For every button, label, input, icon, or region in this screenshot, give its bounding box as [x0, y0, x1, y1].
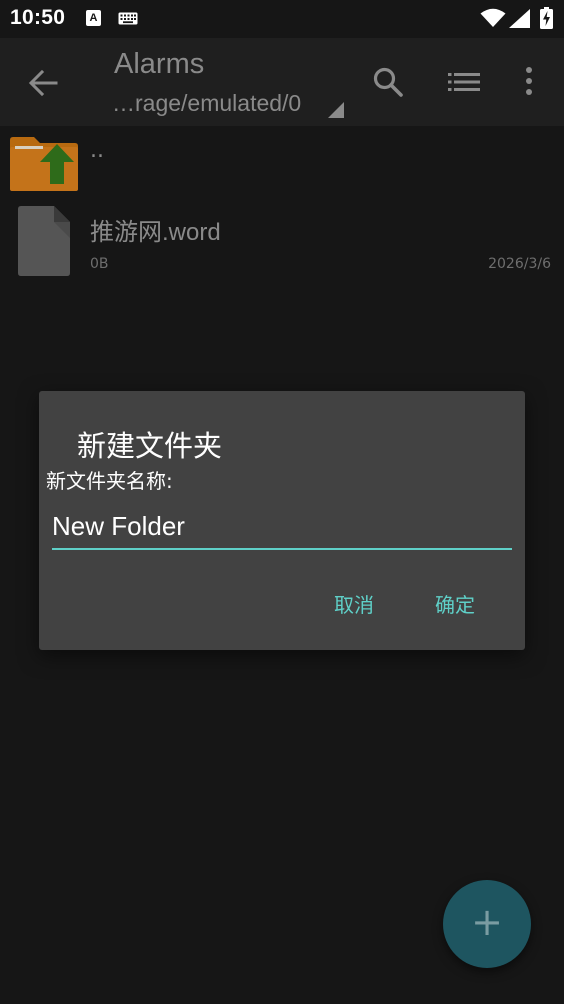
file-manager-screen: 10:50 A Alarms …rage/emulated/0 .. 推游网.w…	[0, 0, 564, 1004]
new-folder-dialog: 新建文件夹 新文件夹名称: 取消 确定	[39, 391, 525, 650]
folder-name-input[interactable]	[52, 504, 512, 550]
dialog-title: 新建文件夹	[77, 429, 223, 463]
folder-name-label: 新文件夹名称:	[46, 469, 173, 493]
add-fab-button[interactable]: +	[443, 880, 531, 968]
confirm-button[interactable]: 确定	[435, 589, 475, 618]
plus-icon: +	[471, 900, 503, 944]
cancel-button[interactable]: 取消	[334, 589, 374, 618]
